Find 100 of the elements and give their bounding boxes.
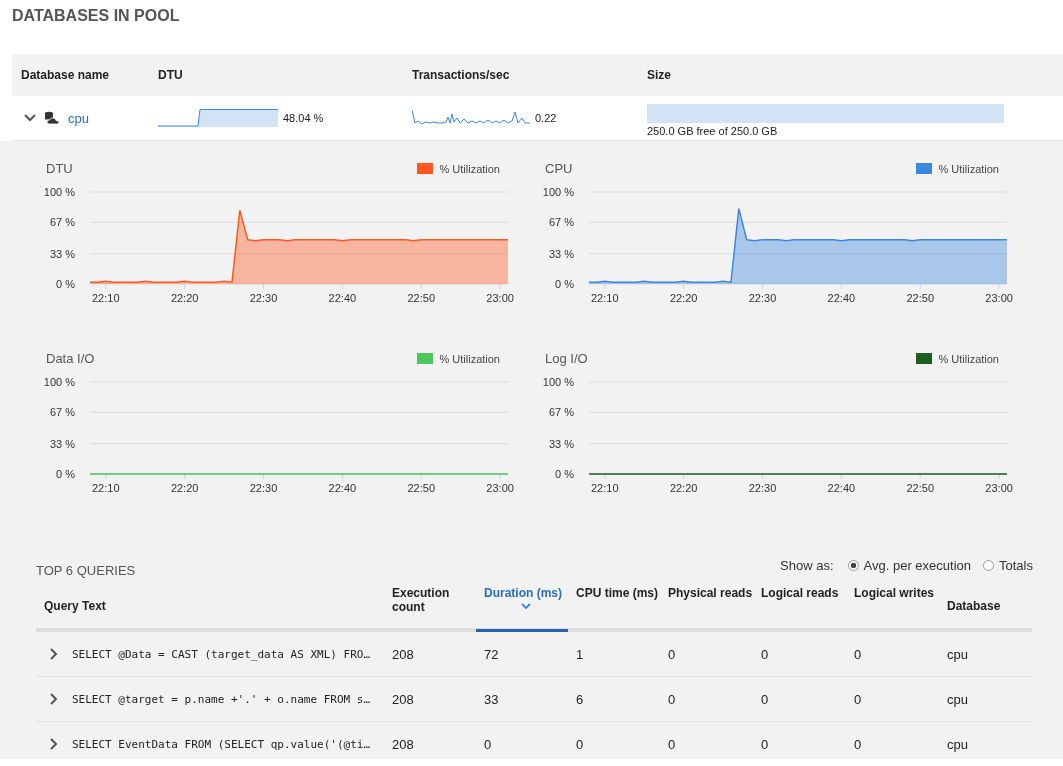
column-header: DTU: [157, 68, 184, 82]
column-header[interactable]: Logical reads: [753, 584, 846, 628]
table-cell-text: cpu: [946, 646, 969, 662]
database-cloud-icon: [44, 111, 60, 125]
sort-down-icon: [521, 603, 531, 609]
column-header[interactable]: Database: [939, 584, 1032, 628]
table-cell-text: 0: [667, 736, 677, 752]
y-tick-label: 0 %: [56, 278, 75, 290]
table-cell-text: 0: [853, 736, 863, 752]
x-tick-label: 23:00: [985, 292, 1013, 304]
table-cell-text: cpu: [946, 691, 969, 707]
y-tick-label: 67 %: [49, 216, 75, 229]
x-tick-label: 22:10: [92, 292, 120, 304]
y-tick-label: 0 %: [56, 468, 75, 480]
chevron-icon[interactable]: [48, 648, 60, 660]
legend-swatch: [916, 163, 933, 174]
chart-title: DTU: [46, 161, 73, 176]
x-tick-label: 22:20: [170, 292, 199, 304]
table-cell-text: 0: [853, 691, 863, 707]
column-header[interactable]: Logical writes: [846, 584, 939, 628]
legend-label: % Utilization: [439, 352, 500, 365]
radio-option[interactable]: Totals: [983, 558, 1033, 573]
section-title: TOP 6 QUERIES: [36, 563, 136, 578]
y-tick-label: 0 %: [555, 278, 574, 290]
table-cell-text: 1: [575, 646, 585, 662]
dtu-value: 48.04 %: [283, 112, 324, 124]
query-text: SELECT EventData FROM (SELECT qp.value('(@ti…: [72, 737, 370, 751]
table-cell-text: 0: [760, 736, 770, 752]
legend-swatch: [417, 163, 434, 174]
legend-label: % Utilization: [938, 352, 999, 365]
y-tick-label: 67 %: [49, 406, 75, 419]
y-tick-label: 67 %: [548, 216, 574, 229]
table-cell-text: 0: [483, 736, 493, 752]
x-tick-label: 22:10: [591, 482, 619, 494]
table-cell-text: cpu: [946, 736, 969, 752]
column-header[interactable]: Physical reads: [660, 584, 753, 628]
column-header: Size: [646, 68, 672, 82]
table-cell-text: 33: [483, 691, 500, 707]
y-tick-label: 100 %: [542, 186, 574, 198]
x-tick-label: 22:50: [407, 292, 435, 304]
y-tick-label: 33 %: [49, 437, 75, 450]
radio-option[interactable]: Avg. per execution: [847, 558, 972, 573]
y-tick-label: 0 %: [555, 468, 574, 480]
x-tick-label: 22:30: [249, 292, 278, 304]
x-tick-label: 22:20: [669, 482, 698, 494]
column-header[interactable]: Query Text: [36, 584, 384, 628]
table-cell-text: 0: [853, 646, 863, 662]
x-tick-label: 22:30: [249, 482, 278, 494]
x-tick-label: 23:00: [486, 292, 514, 304]
chevron-icon[interactable]: [48, 693, 60, 705]
table-cell-text: 0: [667, 646, 677, 662]
table-cell-text: 6: [575, 691, 585, 707]
y-tick-label: 100 %: [542, 376, 574, 388]
show-as-label: Show as:: [780, 558, 834, 573]
y-tick-label: 100 %: [43, 186, 75, 198]
table-cell-text: 0: [667, 691, 677, 707]
column-header[interactable]: Execution count: [384, 584, 476, 628]
table-cell-text: 0: [760, 691, 770, 707]
legend-swatch: [916, 353, 933, 364]
database-link[interactable]: cpu: [68, 110, 89, 126]
x-tick-label: 22:40: [827, 292, 856, 304]
table-cell-text: 208: [391, 736, 415, 752]
y-tick-label: 67 %: [548, 406, 574, 419]
y-tick-label: 33 %: [548, 437, 574, 450]
x-tick-label: 23:00: [985, 482, 1013, 494]
table-cell-text: 0: [575, 736, 585, 752]
x-tick-label: 22:20: [170, 482, 199, 494]
x-tick-label: 22:30: [748, 292, 777, 304]
x-tick-label: 22:10: [591, 292, 619, 304]
x-tick-label: 22:40: [328, 482, 357, 494]
column-header: Database name: [20, 68, 111, 82]
x-tick-label: 22:20: [669, 292, 698, 304]
table-cell-text: 0: [760, 646, 770, 662]
legend-label: % Utilization: [938, 162, 999, 175]
x-tick-label: 22:40: [328, 292, 357, 304]
radio-icon[interactable]: [983, 560, 995, 571]
x-tick-label: 22:50: [906, 482, 934, 494]
y-tick-label: 100 %: [43, 376, 75, 388]
x-tick-label: 22:30: [748, 482, 777, 494]
x-tick-label: 22:50: [407, 482, 435, 494]
transactions-value: 0.22: [535, 112, 557, 124]
x-tick-label: 22:10: [92, 482, 120, 494]
column-header: Transactions/sec: [411, 68, 511, 82]
radio-icon[interactable]: [847, 560, 859, 571]
chevron-icon[interactable]: [24, 112, 36, 124]
chevron-icon[interactable]: [48, 738, 60, 750]
query-text: SELECT @target = p.name +'.' + o.name FROM s…: [72, 692, 370, 706]
column-header[interactable]: CPU time (ms): [568, 584, 660, 628]
table-cell-text: 72: [483, 646, 500, 662]
column-header[interactable]: Duration (ms): [476, 584, 568, 632]
legend-swatch: [417, 353, 434, 364]
x-tick-label: 23:00: [486, 482, 514, 494]
x-tick-label: 22:50: [906, 292, 934, 304]
chart-title: Log I/O: [545, 351, 588, 366]
table-cell-text: 208: [391, 691, 415, 707]
chart-title: CPU: [545, 161, 573, 176]
size-value: 250.0 GB free of 250.0 GB: [647, 124, 779, 137]
page-title: DATABASES IN POOL: [11, 6, 181, 26]
x-tick-label: 22:40: [827, 482, 856, 494]
y-tick-label: 33 %: [49, 247, 75, 260]
